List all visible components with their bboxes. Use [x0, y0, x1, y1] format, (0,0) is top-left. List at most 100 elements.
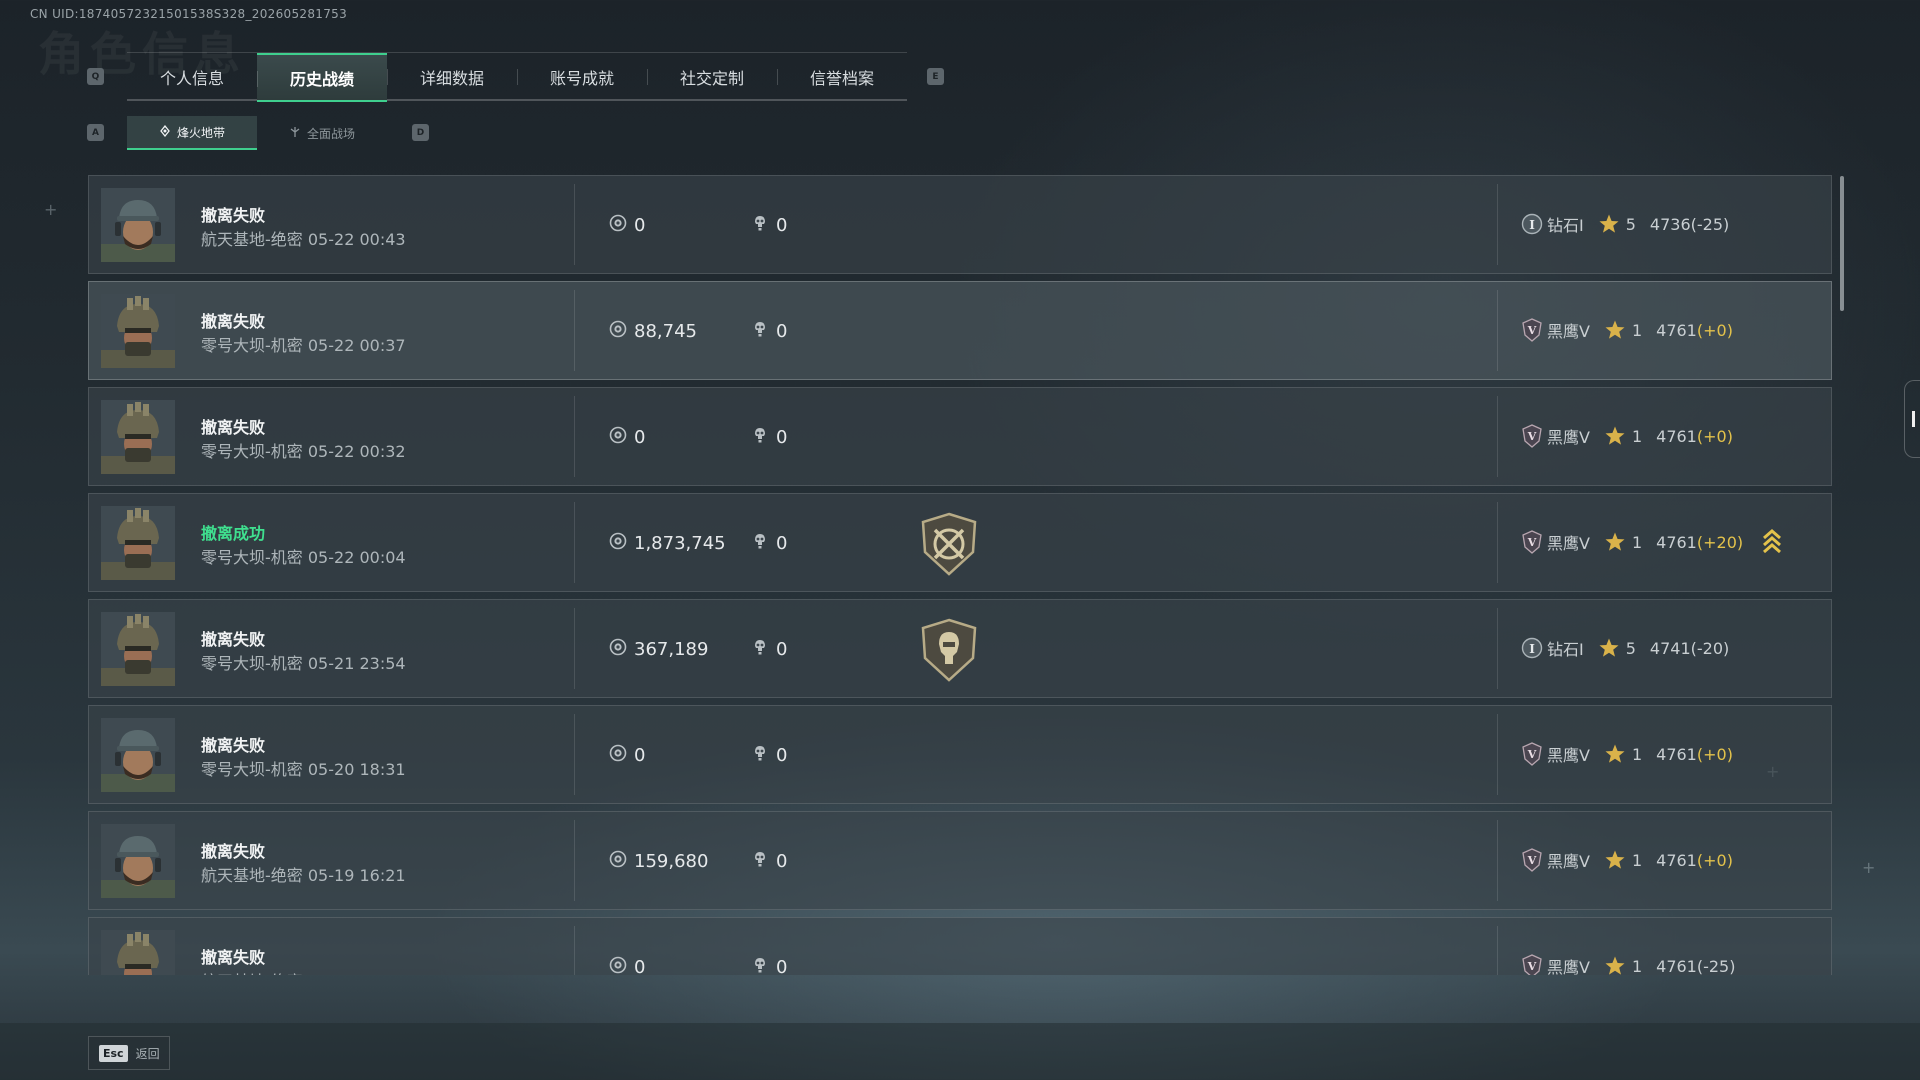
star-count: 1 — [1631, 320, 1643, 340]
column-divider — [574, 820, 575, 901]
match-detail: 航天基地-绝密 05-19 16:1 — [201, 968, 395, 975]
column-divider — [1497, 926, 1498, 975]
score-delta: (+0) — [1696, 426, 1733, 446]
operator-helmet-avatar — [101, 506, 175, 580]
mode-tab-2[interactable]: 全面战场 — [257, 116, 387, 150]
score-value: 4741 — [1649, 638, 1691, 658]
side-panel-handle[interactable] — [1904, 380, 1920, 458]
tab-4[interactable]: 账号成就 — [517, 53, 647, 100]
currency-icon — [609, 214, 627, 237]
loot-value-stat: 367,189 — [609, 638, 708, 661]
match-row[interactable]: 撤离失败 零号大坝-机密 05-22 00:37 88,745 0 V 黑鹰V 1 4761(… — [88, 281, 1832, 380]
loot-value-stat: 0 — [609, 214, 645, 237]
rank-info: I 钻石I 5 4741(-20) — [1521, 636, 1729, 660]
crossed-weapons-badge-icon[interactable] — [919, 512, 979, 576]
tab-2[interactable]: 历史战绩 — [257, 53, 387, 102]
match-row[interactable]: 撤离失败 航天基地-绝密 05-22 00:43 0 0 I 钻石I 5 4736(-25) — [88, 175, 1832, 274]
star-icon — [1604, 531, 1626, 553]
match-time: 05-19 16:21 — [307, 866, 406, 885]
score-delta: (+20) — [1696, 532, 1744, 552]
tab-3[interactable]: 详细数据 — [387, 53, 517, 100]
blackhawk-rank-icon: V — [1521, 742, 1543, 766]
match-detail: 航天基地-绝密 05-22 00:43 — [201, 226, 406, 250]
kill-stat: 0 — [751, 214, 787, 237]
loot-value-stat: 1,873,745 — [609, 532, 726, 555]
skull-icon — [751, 638, 769, 661]
tab-5[interactable]: 社交定制 — [647, 53, 777, 100]
currency-icon — [609, 532, 627, 555]
svg-text:I: I — [1529, 218, 1535, 232]
match-row[interactable]: 撤离成功 零号大坝-机密 05-22 00:04 1,873,745 0 V 黑鹰V 1 47… — [88, 493, 1832, 592]
match-history-list[interactable]: 撤离失败 航天基地-绝密 05-22 00:43 0 0 I 钻石I 5 4736(-25) 撤… — [88, 175, 1832, 975]
map-name: 零号大坝-机密 — [201, 336, 303, 355]
kill-stat: 0 — [751, 320, 787, 343]
match-row[interactable]: 撤离失败 航天基地-绝密 05-19 16:21 159,680 0 V 黑鹰V 1 4761… — [88, 811, 1832, 910]
skull-icon — [751, 320, 769, 343]
star-count: 1 — [1631, 426, 1643, 446]
loot-value: 0 — [634, 957, 646, 975]
match-time: 05-22 00:32 — [307, 442, 406, 461]
skull-icon — [751, 426, 769, 449]
tab-1[interactable]: 个人信息 — [127, 53, 257, 100]
score-delta: (+0) — [1696, 744, 1733, 764]
column-divider — [574, 502, 575, 583]
score-delta: (+0) — [1696, 320, 1733, 340]
match-row[interactable]: 撤离失败航天基地-绝密 05-19 16:1 0 0 V 黑鹰V 1 4761(-25) — [88, 917, 1832, 975]
currency-icon — [609, 320, 627, 343]
column-divider — [1497, 820, 1498, 901]
match-time: 05-20 18:31 — [307, 760, 406, 779]
operator-helmet-avatar — [101, 612, 175, 686]
blackhawk-rank-icon: V — [1521, 954, 1543, 975]
map-name: 零号大坝-机密 — [201, 654, 303, 673]
star-icon — [1604, 425, 1626, 447]
score-delta: (-25) — [1690, 214, 1730, 234]
operator-cap-avatar — [101, 188, 175, 262]
rank-score: 4761(+20) — [1656, 533, 1743, 552]
currency-icon — [609, 744, 627, 767]
list-scrollbar[interactable] — [1840, 176, 1844, 311]
extraction-status: 撤离失败 — [201, 948, 266, 967]
next-mode-key-hint[interactable]: D — [412, 124, 429, 141]
skull-icon — [751, 744, 769, 767]
star-count: 1 — [1631, 956, 1643, 976]
crosshair-decoration-icon: + — [44, 200, 58, 219]
rank-info: V 黑鹰V 1 4761(+0) — [1521, 742, 1733, 766]
match-row[interactable]: 撤离失败 零号大坝-机密 05-21 23:54 367,189 0 I 钻石I 5 4741… — [88, 599, 1832, 698]
match-time: 05-22 00:43 — [307, 230, 406, 249]
extraction-status: 撤离失败 — [201, 842, 266, 861]
match-row[interactable]: 撤离失败 零号大坝-机密 05-22 00:32 0 0 V 黑鹰V 1 4761(+0) — [88, 387, 1832, 486]
star-icon — [1598, 637, 1620, 659]
match-detail: 零号大坝-机密 05-22 00:32 — [201, 438, 406, 462]
tab-6[interactable]: 信誉档案 — [777, 53, 907, 100]
bottom-bar — [0, 1023, 1920, 1080]
rank-info: I 钻石I 5 4736(-25) — [1521, 212, 1729, 236]
extraction-status: 撤离成功 — [201, 524, 266, 543]
prev-mode-key-hint[interactable]: A — [87, 124, 104, 141]
mode-tab-1[interactable]: 烽火地带 — [127, 116, 257, 150]
main-tabs: 个人信息 历史战绩 详细数据 账号成就 社交定制 信誉档案 — [127, 52, 907, 102]
prev-tab-key-hint[interactable]: Q — [87, 68, 104, 85]
rank-name: 黑鹰V — [1547, 958, 1590, 975]
score-value: 4761 — [1656, 532, 1697, 552]
column-divider — [1497, 396, 1498, 477]
back-label: 返回 — [135, 1046, 160, 1061]
kill-count: 0 — [776, 957, 788, 975]
rank-info: V 黑鹰V 1 4761(+0) — [1521, 424, 1733, 448]
match-row[interactable]: 撤离失败 零号大坝-机密 05-20 18:31 0 0 V 黑鹰V 1 4761(+0) — [88, 705, 1832, 804]
column-divider — [574, 184, 575, 265]
kill-stat: 0 — [751, 744, 787, 767]
map-name: 零号大坝-机密 — [201, 548, 303, 567]
rank-up-chevron-icon — [1761, 528, 1783, 556]
back-button[interactable]: Esc 返回 — [88, 1036, 170, 1070]
rank-info: V 黑鹰V 1 4761(+0) — [1521, 318, 1733, 342]
blackhawk-rank-icon: V — [1521, 848, 1543, 872]
star-icon — [1604, 849, 1626, 871]
operator-badge-icon[interactable] — [919, 618, 979, 682]
map-name: 零号大坝-机密 — [201, 442, 303, 461]
next-tab-key-hint[interactable]: E — [927, 68, 944, 85]
blackhawk-rank-icon: V — [1521, 424, 1543, 448]
rank-info: V 黑鹰V 1 4761(+20) — [1521, 530, 1743, 554]
currency-icon — [609, 638, 627, 661]
currency-icon — [609, 956, 627, 975]
svg-text:V: V — [1527, 854, 1537, 867]
